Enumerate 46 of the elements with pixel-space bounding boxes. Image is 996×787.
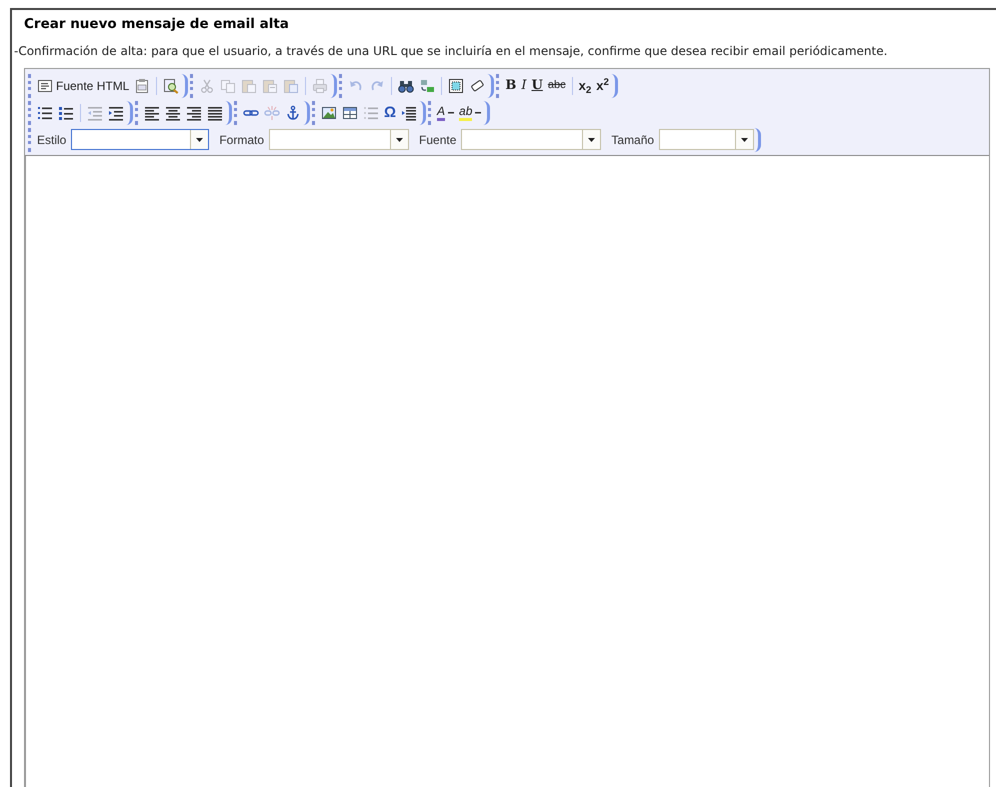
dropdown-label: Fuente bbox=[419, 132, 456, 149]
italic-button[interactable]: I bbox=[519, 74, 528, 97]
caret-icon bbox=[741, 138, 748, 142]
page-heading: Crear nuevo mensaje de email alta bbox=[24, 15, 290, 34]
description-text: -Confirmación de alta: para que el usuario, a través de una URL que se incluiría en el mensaje, confirme que desea recibir email periódicamente. bbox=[14, 43, 888, 60]
copy-icon bbox=[220, 78, 236, 94]
print-icon bbox=[312, 78, 328, 94]
justify-icon bbox=[207, 104, 223, 121]
anchor-icon bbox=[285, 104, 301, 121]
bulleted-list-icon bbox=[58, 104, 74, 121]
dropdown-field[interactable] bbox=[461, 129, 602, 150]
image-icon bbox=[321, 104, 337, 121]
outdent-icon bbox=[87, 104, 103, 121]
script-button[interactable]: x$^{2}$ bbox=[594, 74, 611, 97]
caret-icon bbox=[588, 138, 596, 142]
align-center-icon bbox=[165, 104, 181, 121]
dropdown-label: Estilo bbox=[37, 132, 66, 149]
align-left-icon bbox=[144, 104, 160, 121]
select-all-icon bbox=[448, 78, 464, 94]
numbered-list-icon bbox=[37, 104, 53, 121]
align-right-icon bbox=[186, 104, 202, 121]
dropdown-label: Formato bbox=[219, 132, 264, 149]
bold-button[interactable]: B bbox=[503, 74, 518, 97]
source-button[interactable]: Fuente HTML bbox=[35, 74, 132, 97]
preview-icon bbox=[163, 78, 180, 94]
caret-icon bbox=[396, 138, 404, 142]
unlink-icon bbox=[264, 104, 280, 121]
special-character-button[interactable]: Ω bbox=[382, 102, 398, 124]
paste-icon bbox=[241, 78, 258, 94]
color-button[interactable]: A bbox=[435, 102, 456, 124]
color-button[interactable]: ab bbox=[457, 102, 484, 124]
dropdown-field[interactable] bbox=[659, 129, 754, 150]
indent-icon bbox=[108, 104, 124, 121]
cut-icon bbox=[199, 78, 216, 94]
caret-icon bbox=[196, 138, 204, 142]
dropdown-field[interactable] bbox=[269, 129, 410, 150]
script-button[interactable]: x$_{2}$ bbox=[576, 74, 594, 97]
paste-word-icon bbox=[283, 78, 300, 94]
document-icon bbox=[37, 78, 53, 94]
strikethrough-button[interactable]: abc bbox=[546, 74, 568, 97]
paste-template-icon bbox=[134, 78, 150, 94]
table-icon bbox=[342, 104, 358, 121]
dropdown-field[interactable] bbox=[71, 129, 210, 150]
dropdown-label: Tamaño bbox=[611, 132, 654, 149]
paste-plain-icon bbox=[262, 78, 278, 94]
underline-button[interactable]: U bbox=[530, 74, 545, 97]
